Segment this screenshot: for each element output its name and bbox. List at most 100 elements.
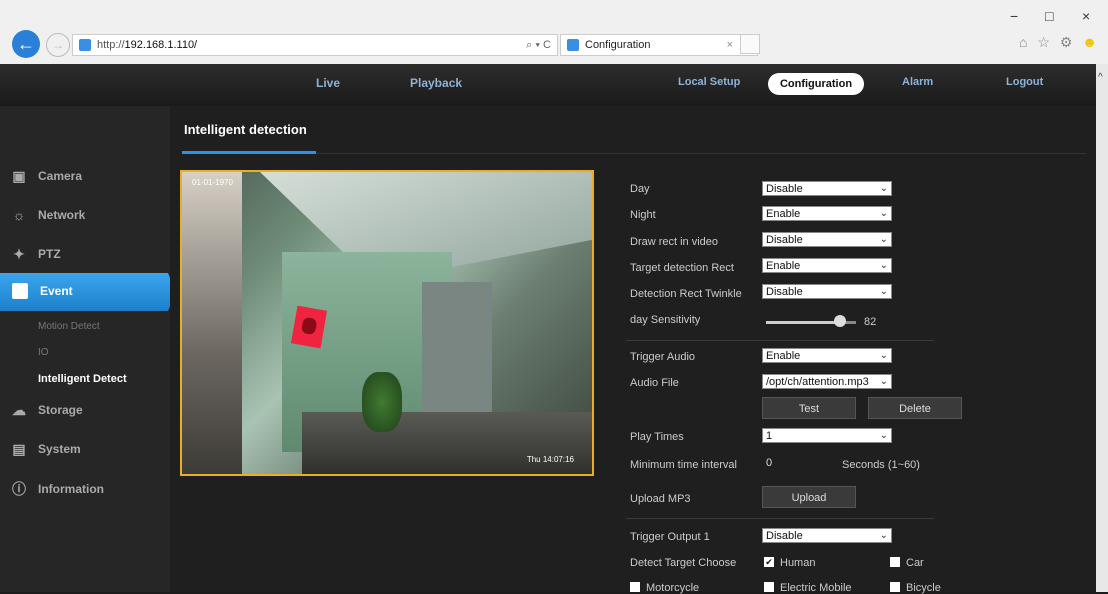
draw-rect-label: Draw rect in video <box>630 236 719 248</box>
back-arrow-icon[interactable]: ← <box>12 30 40 58</box>
sidebar-item-label: Information <box>38 482 104 496</box>
close-window-icon[interactable]: × <box>1082 8 1090 24</box>
tab-title: Configuration <box>585 39 651 51</box>
audio-file-label: Audio File <box>630 377 679 389</box>
sensitivity-slider-thumb[interactable] <box>834 315 846 327</box>
minimize-icon[interactable]: − <box>1010 8 1018 24</box>
browser-chrome: ← → http://192.168.1.110/ ⌕ ▾ C Configur… <box>0 0 1108 64</box>
sidebar-item-ptz[interactable]: ✦ PTZ <box>10 242 61 266</box>
title-divider <box>182 153 1086 154</box>
address-bar[interactable]: http://192.168.1.110/ ⌕ ▾ C <box>72 34 558 56</box>
chevron-down-icon: ⌄ <box>879 286 888 297</box>
address-tools-icon[interactable]: ⌕ ▾ C <box>526 35 551 55</box>
nav-playback[interactable]: Playback <box>410 76 462 90</box>
play-times-select[interactable]: 1 ⌄ <box>762 428 892 443</box>
upload-button[interactable]: Upload <box>762 486 856 508</box>
forward-arrow-icon[interactable]: → <box>46 33 70 57</box>
day-select[interactable]: Disable ⌄ <box>762 181 892 196</box>
camera-icon: ▣ <box>12 167 26 184</box>
night-select[interactable]: Enable ⌄ <box>762 206 892 221</box>
sidebar-item-system[interactable]: ▤ System <box>10 437 81 461</box>
min-interval-label: Minimum time interval <box>630 459 737 471</box>
target-rect-select[interactable]: Enable ⌄ <box>762 258 892 273</box>
upload-mp3-label: Upload MP3 <box>630 493 691 505</box>
trigger-output-select[interactable]: Disable ⌄ <box>762 528 892 543</box>
vertical-scrollbar[interactable]: ^ <box>1096 64 1108 592</box>
sidebar-subitem-intelligent-detect[interactable]: Intelligent Detect <box>38 373 127 385</box>
ie-favicon-icon <box>79 39 91 51</box>
nav-logout[interactable]: Logout <box>1006 76 1043 88</box>
min-interval-unit: Seconds (1~60) <box>842 459 920 471</box>
car-label: Car <box>906 557 924 569</box>
test-button[interactable]: Test <box>762 397 856 419</box>
sidebar-item-label: Event <box>40 284 73 298</box>
storage-icon: ☁ <box>12 401 26 418</box>
sidebar-item-event[interactable]: Event <box>0 273 176 311</box>
sensitivity-value: 82 <box>864 316 877 328</box>
chevron-down-icon: ⌄ <box>879 376 888 387</box>
nav-configuration[interactable]: Configuration <box>768 73 864 95</box>
sidebar-item-information[interactable]: ⓘ Information <box>10 477 104 501</box>
section-divider <box>626 340 934 341</box>
tab-close-icon[interactable]: × <box>727 35 733 55</box>
sidebar-subitem-motion-detect[interactable]: Motion Detect <box>38 321 100 332</box>
draw-rect-select[interactable]: Disable ⌄ <box>762 232 892 247</box>
nav-alarm[interactable]: Alarm <box>902 76 933 88</box>
twinkle-select-value: Disable <box>766 286 803 298</box>
sidebar-item-network[interactable]: ☼ Network <box>10 203 86 227</box>
info-icon: ⓘ <box>12 481 26 497</box>
video-scene <box>362 372 402 432</box>
trigger-audio-select[interactable]: Enable ⌄ <box>762 348 892 363</box>
delete-button[interactable]: Delete <box>868 397 962 419</box>
new-tab-button[interactable] <box>740 34 760 54</box>
sidebar-item-label: Storage <box>38 403 83 417</box>
home-star-gear-icon[interactable]: ⌂ ☆ ⚙ <box>1019 34 1075 50</box>
car-checkbox[interactable] <box>890 557 900 567</box>
audio-file-select-value: /opt/ch/attention.mp3 <box>766 376 869 388</box>
motorcycle-label: Motorcycle <box>646 582 700 594</box>
chevron-down-icon: ⌄ <box>879 183 888 194</box>
trigger-output-select-value: Disable <box>766 530 803 542</box>
min-interval-input[interactable]: 0 <box>766 456 816 471</box>
scroll-up-icon[interactable]: ^ <box>1098 72 1103 83</box>
sidebar-item-camera[interactable]: ▣ Camera <box>10 164 82 188</box>
night-label: Night <box>630 209 656 221</box>
section-divider <box>626 518 934 519</box>
browser-toolbar-icons[interactable]: ⌂ ☆ ⚙ ☻ <box>1019 34 1100 51</box>
target-rect-select-value: Enable <box>766 260 801 272</box>
video-osd-time: Thu 14:07:16 <box>526 455 574 464</box>
trigger-audio-select-value: Enable <box>766 350 801 362</box>
day-label: Day <box>630 183 650 195</box>
video-preview[interactable]: 01-01-1970 Thu 14:07:16 <box>180 170 594 476</box>
bicycle-label: Bicycle <box>906 582 941 594</box>
video-scene <box>182 172 242 474</box>
nav-local-setup[interactable]: Local Setup <box>678 76 740 88</box>
chevron-down-icon: ⌄ <box>879 530 888 541</box>
title-underline <box>182 151 316 154</box>
network-globe-icon: ☼ <box>12 207 26 223</box>
human-checkbox[interactable]: ✔ <box>764 557 774 567</box>
draw-rect-select-value: Disable <box>766 234 803 246</box>
chevron-down-icon: ⌄ <box>879 234 888 245</box>
url-host: 192.168.1.110/ <box>124 39 198 51</box>
twinkle-select[interactable]: Disable ⌄ <box>762 284 892 299</box>
maximize-icon[interactable]: □ <box>1045 8 1053 24</box>
chevron-down-icon: ⌄ <box>879 260 888 271</box>
sidebar-item-label: System <box>38 442 81 456</box>
sidebar-subitem-io[interactable]: IO <box>38 347 49 358</box>
electric-mobile-checkbox[interactable] <box>764 582 774 592</box>
bicycle-checkbox[interactable] <box>890 582 900 592</box>
motorcycle-checkbox[interactable] <box>630 582 640 592</box>
play-times-select-value: 1 <box>766 430 773 442</box>
sidebar-item-storage[interactable]: ☁ Storage <box>10 398 83 422</box>
twinkle-label: Detection Rect Twinkle <box>630 288 742 300</box>
audio-file-select[interactable]: /opt/ch/attention.mp3 ⌄ <box>762 374 892 389</box>
smiley-icon[interactable]: ☻ <box>1082 34 1100 50</box>
url-text: http://192.168.1.110/ <box>97 35 197 55</box>
browser-tab[interactable]: Configuration × <box>560 34 758 56</box>
nav-live[interactable]: Live <box>316 76 340 90</box>
sidebar-item-label: PTZ <box>38 247 61 261</box>
system-monitor-icon: ▤ <box>12 440 26 457</box>
trigger-audio-label: Trigger Audio <box>630 351 696 363</box>
sensitivity-label: day Sensitivity <box>630 314 701 326</box>
